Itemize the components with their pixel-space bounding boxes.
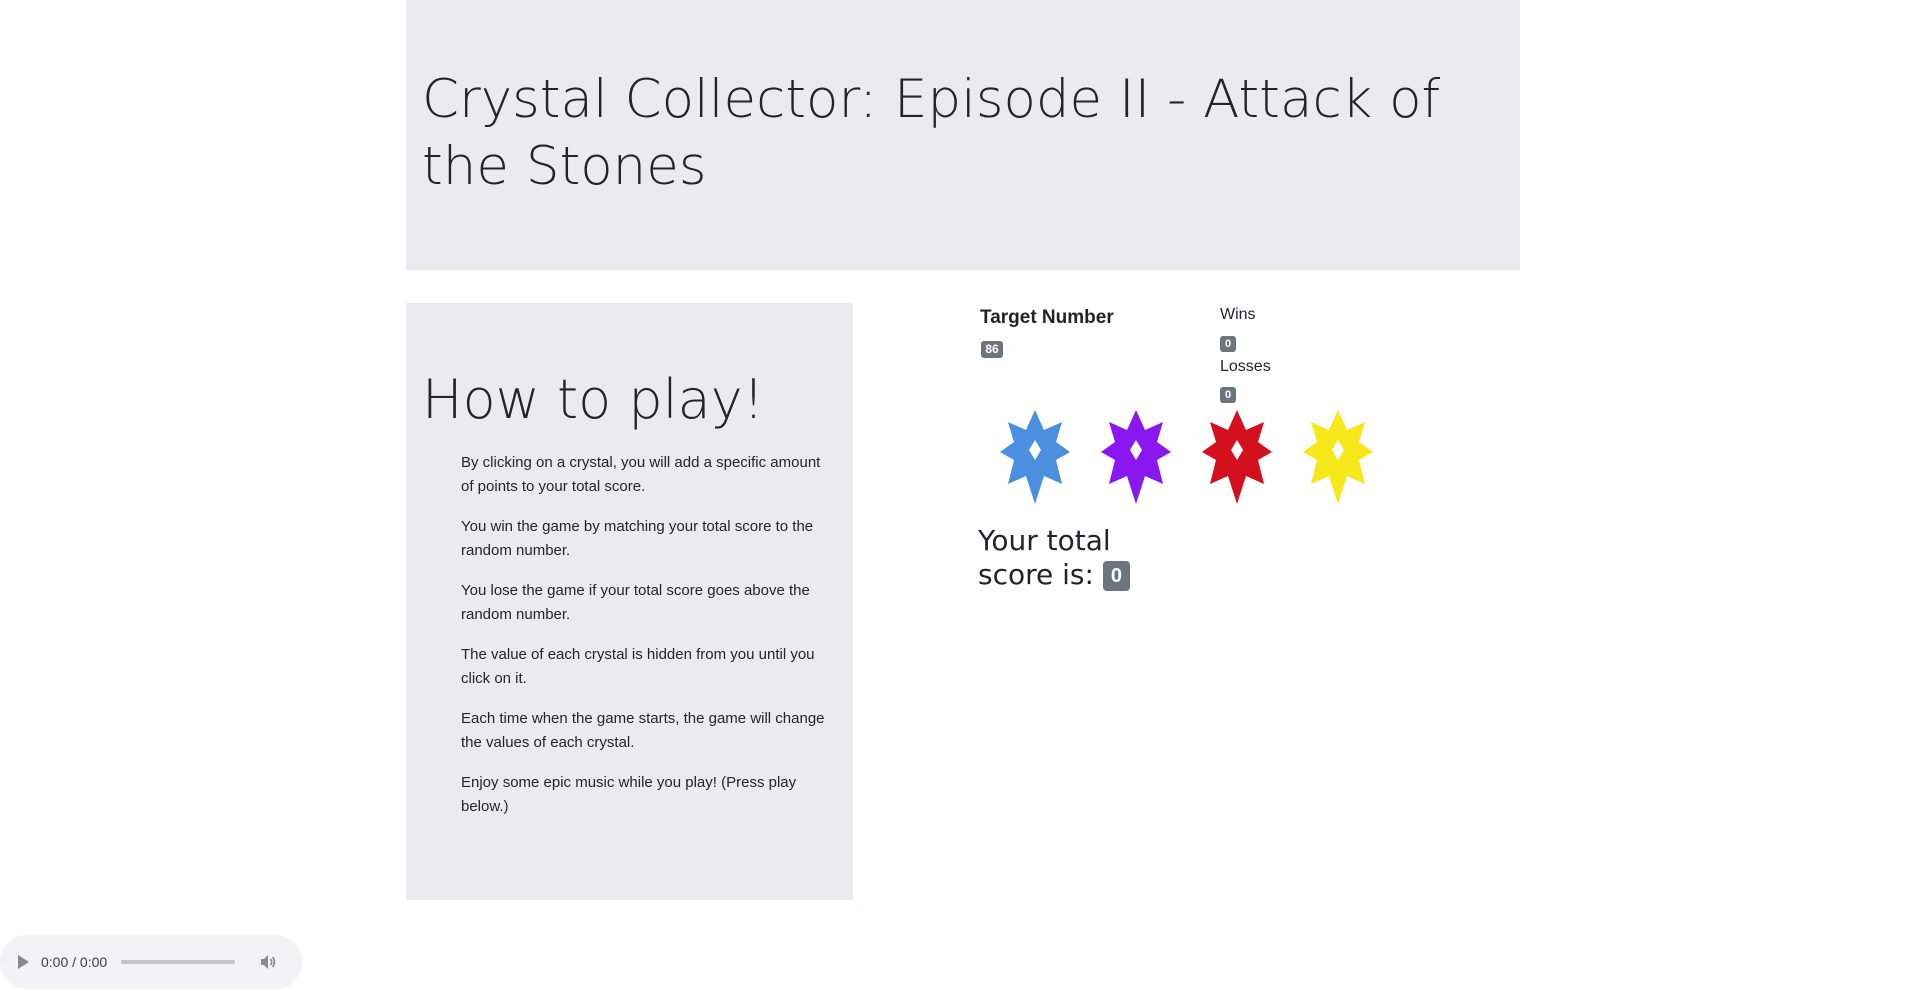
page: Crystal Collector: Episode II - Attack o… xyxy=(0,0,1920,989)
score-value-badge: 0 xyxy=(1102,561,1130,591)
yellow-crystal[interactable] xyxy=(1303,410,1373,504)
target-label: Target Number xyxy=(980,307,1114,328)
wins-value-badge: 0 xyxy=(1220,336,1236,352)
audio-progress-bar[interactable] xyxy=(121,960,236,964)
instruction-item: You win the game by matching your total … xyxy=(461,518,814,559)
instruction-item: Enjoy some epic music while you play! (P… xyxy=(461,774,797,815)
losses-label: Losses xyxy=(1220,358,1271,375)
blue-crystal[interactable] xyxy=(1000,410,1070,504)
audio-time: 0:00 / 0:00 xyxy=(41,954,108,970)
audio-player[interactable]: 0:00 / 0:00 xyxy=(0,935,302,989)
header-banner: Crystal Collector: Episode II - Attack o… xyxy=(406,0,1520,270)
purple-crystal[interactable] xyxy=(1101,410,1171,504)
instructions-list: By clicking on a crystal, you will add a… xyxy=(461,451,831,835)
play-icon[interactable] xyxy=(18,955,29,969)
losses-value-badge: 0 xyxy=(1220,387,1236,403)
instruction-item: The value of each crystal is hidden from… xyxy=(461,646,815,687)
page-title: Crystal Collector: Episode II - Attack o… xyxy=(422,69,1441,197)
instructions-heading: How to play! xyxy=(422,368,765,431)
instructions-panel: How to play! By clicking on a crystal, y… xyxy=(406,303,853,900)
instruction-item: You lose the game if your total score go… xyxy=(461,582,810,623)
volume-icon[interactable] xyxy=(259,953,277,971)
red-crystal[interactable] xyxy=(1202,410,1272,504)
total-score: Your total score is: 0 xyxy=(978,524,1138,593)
target-value-badge: 86 xyxy=(981,341,1003,358)
wins-label: Wins xyxy=(1220,306,1256,323)
score-label: Your total score is: xyxy=(978,524,1111,591)
instruction-item: Each time when the game starts, the game… xyxy=(461,710,825,751)
instruction-item: By clicking on a crystal, you will add a… xyxy=(461,454,821,495)
